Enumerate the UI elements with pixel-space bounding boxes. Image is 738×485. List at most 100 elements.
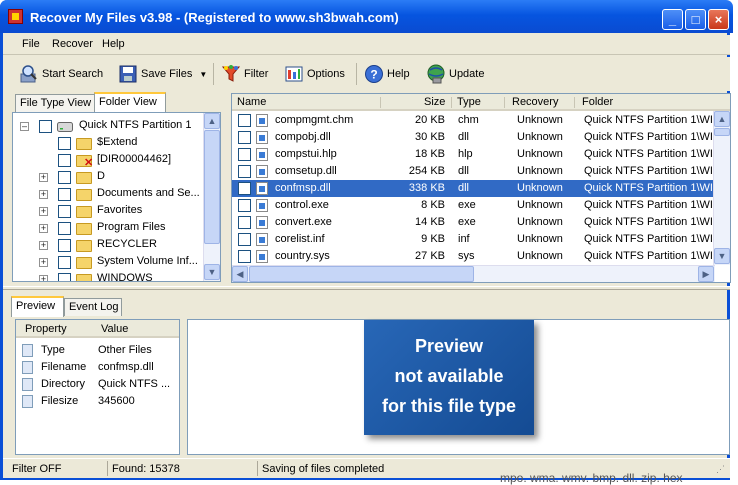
tree-node[interactable]: – Quick NTFS Partition 1 <box>13 118 203 135</box>
tree-node[interactable]: + Favorites <box>13 203 203 220</box>
tree-node[interactable]: + RECYCLER <box>13 237 203 254</box>
column-divider[interactable] <box>504 97 505 108</box>
checkbox[interactable] <box>238 148 251 161</box>
tree-node[interactable]: + System Volume Inf... <box>13 254 203 271</box>
checkbox[interactable] <box>238 233 251 246</box>
file-row[interactable]: control.exe 8 KB exe Unknown Quick NTFS … <box>232 197 715 214</box>
file-row[interactable]: convert.exe 14 KB exe Unknown Quick NTFS… <box>232 214 715 231</box>
file-recovery: Unknown <box>517 233 563 245</box>
column-divider[interactable] <box>451 97 452 108</box>
update-button[interactable]: Update <box>426 62 484 86</box>
checkbox[interactable] <box>58 222 71 235</box>
title-bar[interactable]: Recover My Files v3.98 - (Registered to … <box>0 0 733 33</box>
checkbox[interactable] <box>58 154 71 167</box>
checkbox[interactable] <box>58 239 71 252</box>
file-row[interactable]: compmgmt.chm 20 KB chm Unknown Quick NTF… <box>232 112 715 129</box>
expand-toggle[interactable]: + <box>39 207 48 216</box>
expand-toggle[interactable]: + <box>39 190 48 199</box>
expand-toggle[interactable]: + <box>39 173 48 182</box>
checkbox[interactable] <box>238 250 251 263</box>
tab-file-type-view[interactable]: File Type View <box>15 94 95 112</box>
pane-splitter[interactable] <box>3 286 730 290</box>
folder-tree[interactable]: – Quick NTFS Partition 1 $Extend ✕ [DIR0… <box>12 112 221 282</box>
checkbox[interactable] <box>238 216 251 229</box>
tree-node[interactable]: + D <box>13 169 203 186</box>
file-row[interactable]: corelist.inf 9 KB inf Unknown Quick NTFS… <box>232 231 715 248</box>
tree-node[interactable]: ✕ [DIR00004462] <box>13 152 203 169</box>
expand-toggle[interactable]: + <box>39 241 48 250</box>
minimize-button[interactable]: _ <box>662 9 683 30</box>
column-value[interactable]: Value <box>101 323 128 335</box>
scroll-thumb[interactable] <box>714 128 730 136</box>
list-horizontal-scrollbar[interactable]: ◀ ▶ <box>232 265 715 282</box>
tab-event-log[interactable]: Event Log <box>64 298 122 316</box>
tree-vertical-scrollbar[interactable]: ▲ ▼ <box>203 113 220 281</box>
checkbox[interactable] <box>58 171 71 184</box>
file-row[interactable]: comsetup.dll 254 KB dll Unknown Quick NT… <box>232 163 715 180</box>
expand-toggle[interactable]: + <box>39 224 48 233</box>
tree-node[interactable]: $Extend <box>13 135 203 152</box>
checkbox[interactable] <box>238 199 251 212</box>
scroll-left-button[interactable]: ◀ <box>232 266 248 282</box>
tab-preview[interactable]: Preview <box>11 296 64 317</box>
file-row[interactable]: compstui.hlp 18 KB hlp Unknown Quick NTF… <box>232 146 715 163</box>
expand-toggle[interactable]: + <box>39 275 48 281</box>
scroll-right-button[interactable]: ▶ <box>698 266 714 282</box>
checkbox[interactable] <box>58 273 71 281</box>
menu-help[interactable]: Help <box>102 38 125 50</box>
list-vertical-scrollbar[interactable]: ▲ ▼ <box>713 111 730 265</box>
file-list[interactable]: Name Size Type Recovery Folder compmgmt.… <box>231 93 731 283</box>
filter-button[interactable]: Filter <box>221 62 268 86</box>
app-icon[interactable] <box>8 9 23 24</box>
file-row[interactable]: country.sys 27 KB sys Unknown Quick NTFS… <box>232 248 715 265</box>
menu-file[interactable]: File <box>22 38 40 50</box>
scroll-up-button[interactable]: ▲ <box>714 111 730 127</box>
resize-grip-icon[interactable]: ⋰ <box>716 464 725 475</box>
file-type: inf <box>458 233 470 245</box>
start-search-button[interactable]: Start Search <box>19 62 103 86</box>
save-dropdown-arrow[interactable]: ▼ <box>199 70 207 79</box>
close-button[interactable]: × <box>708 9 729 30</box>
column-divider[interactable] <box>380 97 381 108</box>
checkbox[interactable] <box>238 114 251 127</box>
tree-node[interactable]: + Program Files <box>13 220 203 237</box>
tab-folder-view[interactable]: Folder View <box>94 92 166 113</box>
tree-node[interactable]: + Documents and Se... <box>13 186 203 203</box>
options-button[interactable]: Options <box>284 62 345 86</box>
file-size: 20 KB <box>415 114 445 126</box>
scroll-thumb[interactable] <box>204 130 220 244</box>
tree-node[interactable]: + WINDOWS <box>13 271 203 281</box>
column-divider[interactable] <box>574 97 575 108</box>
column-folder[interactable]: Folder <box>582 96 613 108</box>
expand-toggle[interactable]: + <box>39 258 48 267</box>
scroll-down-button[interactable]: ▼ <box>204 264 220 280</box>
maximize-button[interactable]: □ <box>685 9 706 30</box>
file-row-selected[interactable]: confmsp.dll 338 KB dll Unknown Quick NTF… <box>232 180 715 197</box>
checkbox[interactable] <box>39 120 52 133</box>
save-files-button[interactable]: Save Files ▼ <box>118 62 207 86</box>
column-recovery[interactable]: Recovery <box>512 96 558 108</box>
help-button[interactable]: ? Help <box>364 62 410 86</box>
column-name[interactable]: Name <box>237 96 266 108</box>
tree-node-label: Program Files <box>97 221 166 233</box>
scroll-thumb[interactable] <box>249 266 474 282</box>
checkbox[interactable] <box>238 165 251 178</box>
checkbox[interactable] <box>238 182 251 195</box>
file-row[interactable]: compobj.dll 30 KB dll Unknown Quick NTFS… <box>232 129 715 146</box>
status-filter: Filter OFF <box>12 463 62 475</box>
menu-recover[interactable]: Recover <box>52 38 93 50</box>
column-size[interactable]: Size <box>424 96 445 108</box>
file-name: country.sys <box>275 250 330 262</box>
app-window: Recover My Files v3.98 - (Registered to … <box>0 0 733 480</box>
checkbox[interactable] <box>58 205 71 218</box>
scroll-down-button[interactable]: ▼ <box>714 248 730 264</box>
file-type: dll <box>458 182 470 194</box>
checkbox[interactable] <box>58 137 71 150</box>
scroll-up-button[interactable]: ▲ <box>204 113 220 129</box>
column-property[interactable]: Property <box>25 323 67 335</box>
collapse-toggle[interactable]: – <box>20 122 29 131</box>
checkbox[interactable] <box>58 188 71 201</box>
checkbox[interactable] <box>58 256 71 269</box>
checkbox[interactable] <box>238 131 251 144</box>
column-type[interactable]: Type <box>457 96 481 108</box>
